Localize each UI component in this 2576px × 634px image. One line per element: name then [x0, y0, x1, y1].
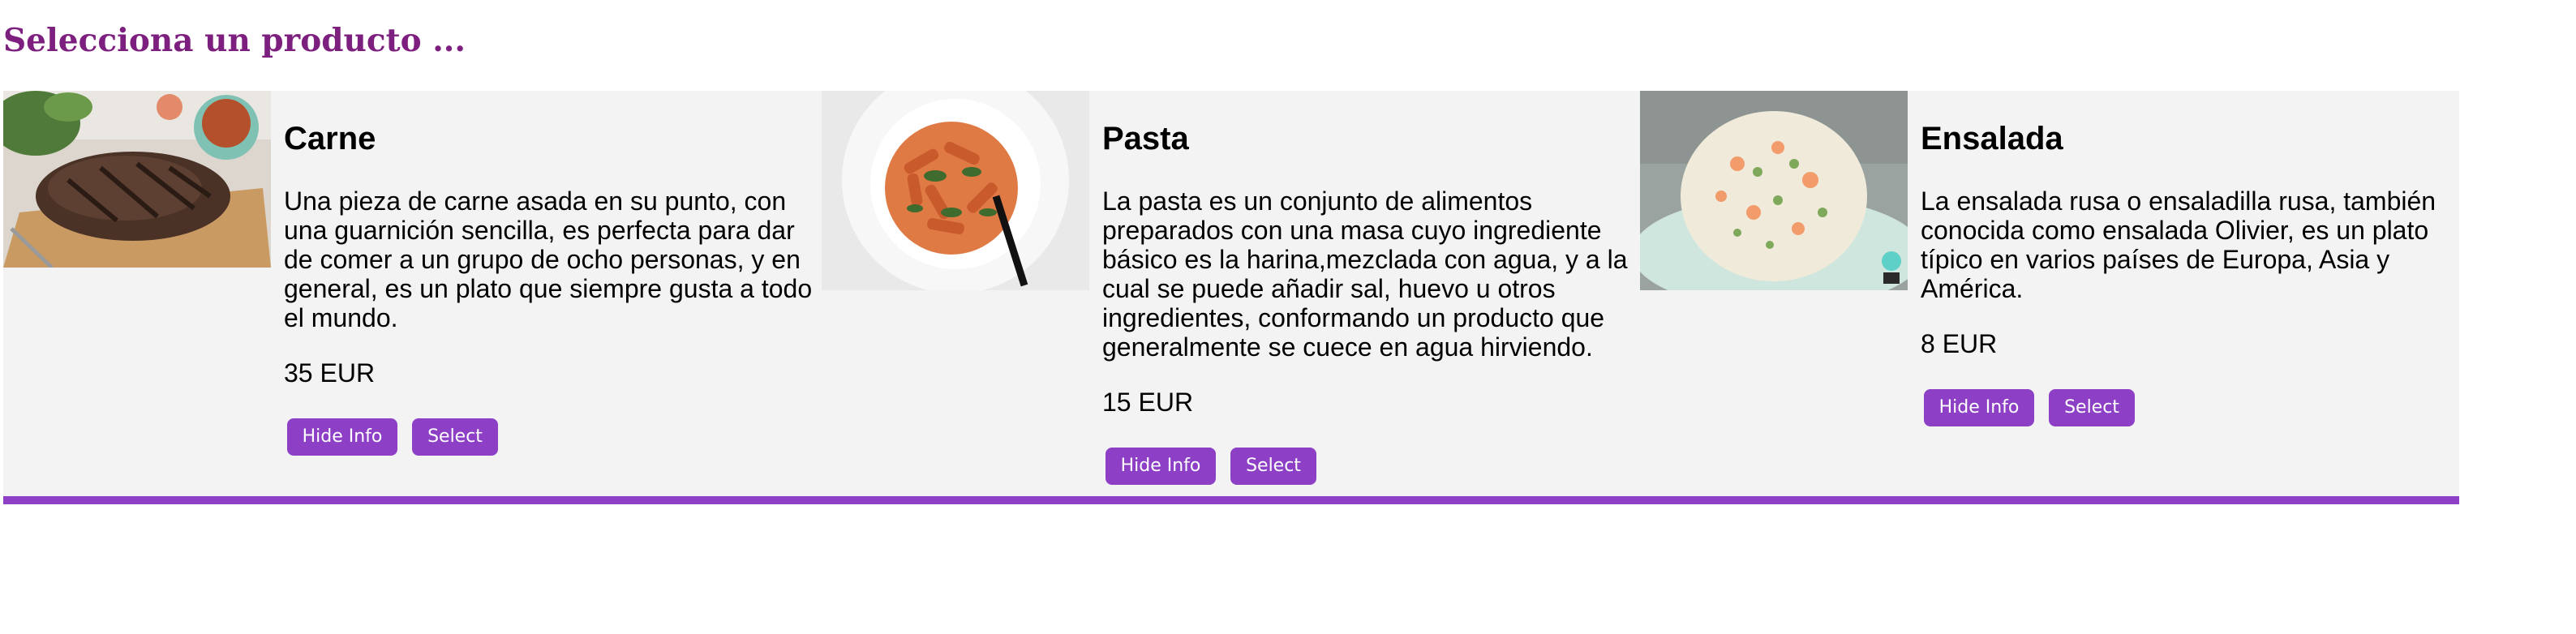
hide-info-button[interactable]: Hide Info	[287, 418, 397, 456]
product-card-ensalada: Ensalada La ensalada rusa o ensaladilla …	[1640, 91, 2458, 496]
product-list: Carne Una pieza de carne asada en su pun…	[3, 91, 2459, 504]
product-card-carne: Carne Una pieza de carne asada en su pun…	[3, 91, 822, 496]
product-price: 35 EUR	[284, 358, 376, 388]
product-name: Pasta	[1102, 121, 1189, 156]
product-info: Carne Una pieza de carne asada en su pun…	[271, 91, 822, 456]
product-actions: Hide Info Select	[1921, 389, 2454, 426]
grilled-steak-image	[3, 91, 271, 268]
product-price: 15 EUR	[1102, 388, 1194, 417]
product-description: La ensalada rusa o ensaladilla rusa, tam…	[1921, 186, 2436, 303]
select-button[interactable]: Select	[1230, 448, 1316, 485]
product-actions: Hide Info Select	[284, 418, 817, 456]
product-actions: Hide Info Select	[1102, 448, 1635, 485]
product-name: Carne	[284, 121, 376, 156]
hide-info-button[interactable]: Hide Info	[1106, 448, 1216, 485]
product-price: 8 EUR	[1921, 329, 1998, 358]
product-info: Ensalada La ensalada rusa o ensaladilla …	[1908, 91, 2458, 426]
product-info: Pasta La pasta es un conjunto de aliment…	[1089, 91, 1640, 485]
product-name: Ensalada	[1921, 121, 2063, 156]
select-button[interactable]: Select	[412, 418, 498, 456]
penne-pasta-image	[822, 91, 1089, 290]
russian-salad-image	[1640, 91, 1908, 290]
hide-info-button[interactable]: Hide Info	[1924, 389, 2034, 426]
page-title: Selecciona un producto ...	[3, 22, 466, 59]
product-description: Una pieza de carne asada en su punto, co…	[284, 186, 813, 332]
product-card-pasta: Pasta La pasta es un conjunto de aliment…	[822, 91, 1640, 496]
product-description: La pasta es un conjunto de alimentos pre…	[1102, 186, 1628, 362]
select-button[interactable]: Select	[2049, 389, 2135, 426]
page: Selecciona un producto ... Carne Una pie…	[0, 0, 2576, 634]
